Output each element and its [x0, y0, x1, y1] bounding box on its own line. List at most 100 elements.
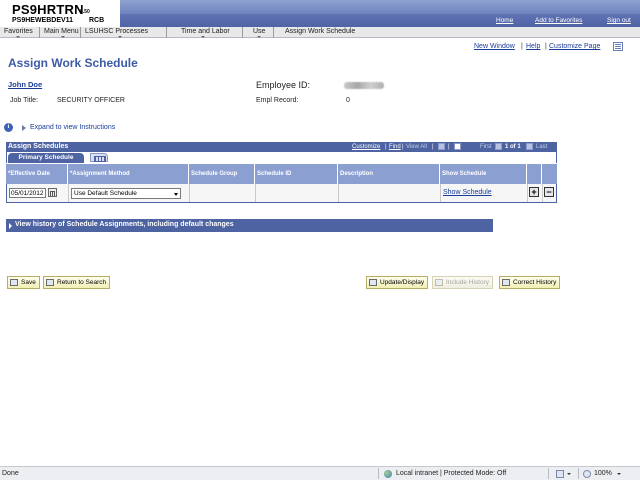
empl-record-label: Empl Record: — [256, 97, 299, 104]
grid-title: Assign Schedules — [8, 143, 69, 150]
chevron-down-icon — [118, 36, 122, 38]
history-collapsible[interactable]: View history of Schedule Assignments, in… — [6, 219, 493, 232]
menu-main-menu[interactable]: Main Menu — [44, 28, 79, 35]
database-name: PS9HEWEBDEV11 — [12, 17, 74, 24]
update-display-button[interactable]: Update/Display — [366, 276, 429, 289]
grid-next-icon[interactable] — [526, 143, 533, 150]
update-icon — [369, 279, 377, 286]
effective-date-input[interactable]: 05/01/2012 — [9, 188, 46, 198]
col-effective-date: *Effective Date — [6, 164, 68, 184]
show-schedule-link[interactable]: Show Schedule — [443, 189, 492, 196]
col-delete — [542, 164, 557, 184]
menu-assign-work-schedule: Assign Work Schedule — [285, 28, 356, 35]
grid-separator: | — [432, 144, 434, 150]
table-row: 05/01/2012 Use Default Schedule Show Sch… — [6, 184, 557, 203]
show-all-columns-icon[interactable] — [90, 153, 108, 162]
grid-first-label: First — [480, 144, 492, 150]
system-name: PS9HRTRN — [12, 2, 84, 17]
grid-separator: | — [448, 144, 450, 150]
status-text: Done — [2, 470, 19, 477]
include-history-button[interactable]: Include History — [432, 276, 493, 289]
col-schedule-group: Schedule Group — [189, 164, 255, 184]
grid-last-label: Last — [536, 144, 548, 150]
add-to-favorites-link[interactable]: Add to Favorites — [535, 17, 582, 24]
zoom-icon[interactable] — [583, 470, 591, 478]
grid-header: Assign Schedules Customize | Find | View… — [6, 142, 557, 152]
correct-label: Correct History — [513, 279, 557, 286]
correct-icon — [502, 279, 510, 286]
tab-primary-schedule[interactable]: Primary Schedule — [8, 153, 84, 163]
info-icon: i — [4, 123, 13, 132]
grid-view-all-link[interactable]: View All — [406, 144, 427, 150]
menu-use[interactable]: Use — [253, 28, 265, 35]
grid-customize-link[interactable]: Customize — [352, 144, 380, 150]
chevron-down-icon — [201, 36, 205, 38]
job-title-value: SECURITY OFFICER — [57, 97, 125, 104]
delete-row-button[interactable]: − — [544, 187, 554, 197]
expand-arrow-icon[interactable] — [22, 125, 26, 131]
grid-prev-icon[interactable] — [495, 143, 502, 150]
return-label: Return to Search — [57, 279, 107, 286]
include-label: Include History — [446, 279, 489, 286]
calendar-icon[interactable] — [48, 188, 57, 197]
new-window-link[interactable]: New Window — [474, 43, 515, 50]
history-label: View history of Schedule Assignments, in… — [15, 221, 234, 228]
status-bar: Done Local intranet | Protected Mode: Of… — [0, 466, 640, 480]
col-assignment-method: *Assignment Method — [68, 164, 189, 184]
menu-favorites[interactable]: Favorites — [4, 28, 33, 35]
empl-record-value: 0 — [346, 97, 350, 104]
globe-icon — [384, 470, 392, 478]
system-version: 8.50 — [80, 9, 90, 15]
save-icon — [10, 279, 18, 286]
job-title-label: Job Title: — [10, 97, 39, 104]
chevron-down-icon — [16, 36, 20, 38]
return-to-search-button[interactable]: Return to Search — [43, 276, 111, 289]
home-link[interactable]: Home — [496, 17, 513, 24]
expand-instructions-link[interactable]: Expand to view Instructions — [30, 124, 115, 131]
add-row-button[interactable]: + — [529, 187, 539, 197]
link-separator: | — [521, 43, 523, 50]
col-schedule-id: Schedule ID — [255, 164, 338, 184]
assignment-method-select[interactable]: Use Default Schedule — [71, 188, 181, 199]
customize-grid-icon[interactable] — [613, 42, 623, 51]
col-show-schedule: Show Schedule — [440, 164, 527, 184]
sign-out-link[interactable]: Sign out — [607, 17, 631, 24]
protected-mode-icon[interactable] — [556, 470, 564, 478]
expand-arrow-icon — [9, 223, 12, 229]
chevron-down-icon — [257, 36, 261, 38]
link-separator: | — [545, 43, 547, 50]
grid-range: 1 of 1 — [505, 144, 521, 150]
return-icon — [46, 279, 54, 286]
breadcrumb: Favorites Main Menu LSUHSC Processes Tim… — [0, 27, 640, 38]
chevron-down-icon[interactable] — [617, 473, 621, 475]
grid-separator: | — [385, 144, 387, 150]
assignment-method-value: Use Default Schedule — [74, 190, 137, 197]
grid-tabs: Primary Schedule — [6, 152, 557, 163]
menu-time-and-labor[interactable]: Time and Labor — [181, 28, 230, 35]
save-label: Save — [21, 279, 36, 286]
grid-spreadsheet-icon[interactable] — [454, 143, 461, 150]
security-zone: Local intranet | Protected Mode: Off — [396, 470, 507, 477]
chevron-down-icon — [174, 193, 178, 196]
menu-lsuhsc-processes[interactable]: LSUHSC Processes — [85, 28, 148, 35]
employee-id-redacted — [344, 82, 384, 89]
grid-find-link[interactable]: Find — [389, 144, 401, 150]
help-link[interactable]: Help — [526, 43, 540, 50]
customize-page-link[interactable]: Customize Page — [549, 43, 600, 50]
history-icon — [435, 279, 443, 286]
save-button[interactable]: Save — [7, 276, 40, 289]
grid-download-icon[interactable] — [438, 143, 445, 150]
correct-history-button[interactable]: Correct History — [499, 276, 561, 289]
col-add — [527, 164, 542, 184]
server-name: RCB — [89, 17, 105, 24]
chevron-down-icon[interactable] — [567, 473, 571, 475]
header-links-band: Home Add to Favorites Sign out — [120, 14, 640, 28]
header-top-band — [120, 0, 640, 14]
update-label: Update/Display — [380, 279, 425, 286]
employee-name-link[interactable]: John Doe — [8, 80, 42, 89]
employee-id-label: Employee ID: — [256, 80, 311, 90]
page-title: Assign Work Schedule — [8, 56, 138, 70]
grid-separator: | — [402, 144, 404, 150]
zoom-level[interactable]: 100% — [594, 470, 612, 477]
col-description: Description — [338, 164, 440, 184]
